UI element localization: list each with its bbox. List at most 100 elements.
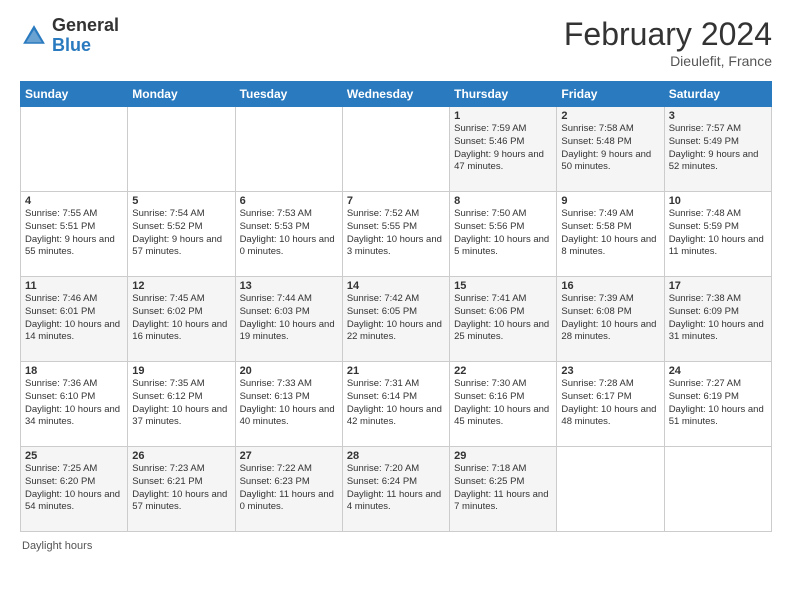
footer-label: Daylight hours bbox=[22, 540, 92, 552]
day-info: Sunrise: 7:54 AM Sunset: 5:52 PM Dayligh… bbox=[132, 208, 230, 259]
footer: Daylight hours bbox=[20, 540, 772, 552]
day-cell: 21Sunrise: 7:31 AM Sunset: 6:14 PM Dayli… bbox=[342, 362, 449, 447]
day-number: 26 bbox=[132, 450, 230, 462]
day-number: 20 bbox=[240, 365, 338, 377]
day-cell: 27Sunrise: 7:22 AM Sunset: 6:23 PM Dayli… bbox=[235, 447, 342, 532]
day-cell: 10Sunrise: 7:48 AM Sunset: 5:59 PM Dayli… bbox=[664, 192, 771, 277]
day-cell: 2Sunrise: 7:58 AM Sunset: 5:48 PM Daylig… bbox=[557, 107, 664, 192]
day-number: 18 bbox=[25, 365, 123, 377]
day-number: 24 bbox=[669, 365, 767, 377]
day-number: 1 bbox=[454, 110, 552, 122]
day-number: 14 bbox=[347, 280, 445, 292]
weekday-header-monday: Monday bbox=[128, 82, 235, 107]
day-cell: 15Sunrise: 7:41 AM Sunset: 6:06 PM Dayli… bbox=[450, 277, 557, 362]
day-cell bbox=[235, 107, 342, 192]
day-info: Sunrise: 7:23 AM Sunset: 6:21 PM Dayligh… bbox=[132, 463, 230, 514]
day-number: 29 bbox=[454, 450, 552, 462]
day-cell: 28Sunrise: 7:20 AM Sunset: 6:24 PM Dayli… bbox=[342, 447, 449, 532]
week-row-4: 18Sunrise: 7:36 AM Sunset: 6:10 PM Dayli… bbox=[21, 362, 772, 447]
day-number: 7 bbox=[347, 195, 445, 207]
day-number: 12 bbox=[132, 280, 230, 292]
weekday-header-friday: Friday bbox=[557, 82, 664, 107]
day-cell: 9Sunrise: 7:49 AM Sunset: 5:58 PM Daylig… bbox=[557, 192, 664, 277]
day-info: Sunrise: 7:49 AM Sunset: 5:58 PM Dayligh… bbox=[561, 208, 659, 259]
day-number: 4 bbox=[25, 195, 123, 207]
calendar-location: Dieulefit, France bbox=[564, 53, 772, 69]
day-info: Sunrise: 7:35 AM Sunset: 6:12 PM Dayligh… bbox=[132, 378, 230, 429]
day-cell bbox=[664, 447, 771, 532]
day-cell: 14Sunrise: 7:42 AM Sunset: 6:05 PM Dayli… bbox=[342, 277, 449, 362]
calendar-table: SundayMondayTuesdayWednesdayThursdayFrid… bbox=[20, 81, 772, 532]
day-cell bbox=[557, 447, 664, 532]
day-number: 13 bbox=[240, 280, 338, 292]
day-number: 6 bbox=[240, 195, 338, 207]
day-cell: 23Sunrise: 7:28 AM Sunset: 6:17 PM Dayli… bbox=[557, 362, 664, 447]
day-info: Sunrise: 7:50 AM Sunset: 5:56 PM Dayligh… bbox=[454, 208, 552, 259]
logo-text: General Blue bbox=[52, 16, 119, 56]
day-info: Sunrise: 7:30 AM Sunset: 6:16 PM Dayligh… bbox=[454, 378, 552, 429]
day-cell: 29Sunrise: 7:18 AM Sunset: 6:25 PM Dayli… bbox=[450, 447, 557, 532]
day-cell: 25Sunrise: 7:25 AM Sunset: 6:20 PM Dayli… bbox=[21, 447, 128, 532]
day-info: Sunrise: 7:42 AM Sunset: 6:05 PM Dayligh… bbox=[347, 293, 445, 344]
page: General Blue February 2024 Dieulefit, Fr… bbox=[0, 0, 792, 564]
day-info: Sunrise: 7:33 AM Sunset: 6:13 PM Dayligh… bbox=[240, 378, 338, 429]
day-info: Sunrise: 7:25 AM Sunset: 6:20 PM Dayligh… bbox=[25, 463, 123, 514]
day-cell: 24Sunrise: 7:27 AM Sunset: 6:19 PM Dayli… bbox=[664, 362, 771, 447]
day-number: 11 bbox=[25, 280, 123, 292]
day-number: 19 bbox=[132, 365, 230, 377]
day-cell: 18Sunrise: 7:36 AM Sunset: 6:10 PM Dayli… bbox=[21, 362, 128, 447]
calendar-title: February 2024 bbox=[564, 16, 772, 53]
logo: General Blue bbox=[20, 16, 119, 56]
day-cell: 8Sunrise: 7:50 AM Sunset: 5:56 PM Daylig… bbox=[450, 192, 557, 277]
day-cell bbox=[128, 107, 235, 192]
day-cell: 7Sunrise: 7:52 AM Sunset: 5:55 PM Daylig… bbox=[342, 192, 449, 277]
day-number: 2 bbox=[561, 110, 659, 122]
weekday-header-row: SundayMondayTuesdayWednesdayThursdayFrid… bbox=[21, 82, 772, 107]
day-cell: 6Sunrise: 7:53 AM Sunset: 5:53 PM Daylig… bbox=[235, 192, 342, 277]
day-number: 25 bbox=[25, 450, 123, 462]
day-info: Sunrise: 7:39 AM Sunset: 6:08 PM Dayligh… bbox=[561, 293, 659, 344]
day-info: Sunrise: 7:28 AM Sunset: 6:17 PM Dayligh… bbox=[561, 378, 659, 429]
header: General Blue February 2024 Dieulefit, Fr… bbox=[20, 16, 772, 69]
week-row-5: 25Sunrise: 7:25 AM Sunset: 6:20 PM Dayli… bbox=[21, 447, 772, 532]
day-info: Sunrise: 7:59 AM Sunset: 5:46 PM Dayligh… bbox=[454, 123, 552, 174]
day-info: Sunrise: 7:55 AM Sunset: 5:51 PM Dayligh… bbox=[25, 208, 123, 259]
day-number: 22 bbox=[454, 365, 552, 377]
logo-icon bbox=[20, 22, 48, 50]
day-info: Sunrise: 7:18 AM Sunset: 6:25 PM Dayligh… bbox=[454, 463, 552, 514]
day-info: Sunrise: 7:46 AM Sunset: 6:01 PM Dayligh… bbox=[25, 293, 123, 344]
day-number: 3 bbox=[669, 110, 767, 122]
day-info: Sunrise: 7:45 AM Sunset: 6:02 PM Dayligh… bbox=[132, 293, 230, 344]
day-info: Sunrise: 7:44 AM Sunset: 6:03 PM Dayligh… bbox=[240, 293, 338, 344]
week-row-1: 1Sunrise: 7:59 AM Sunset: 5:46 PM Daylig… bbox=[21, 107, 772, 192]
day-cell: 19Sunrise: 7:35 AM Sunset: 6:12 PM Dayli… bbox=[128, 362, 235, 447]
day-info: Sunrise: 7:53 AM Sunset: 5:53 PM Dayligh… bbox=[240, 208, 338, 259]
day-cell: 26Sunrise: 7:23 AM Sunset: 6:21 PM Dayli… bbox=[128, 447, 235, 532]
logo-general-text: General bbox=[52, 16, 119, 36]
weekday-header-tuesday: Tuesday bbox=[235, 82, 342, 107]
day-number: 23 bbox=[561, 365, 659, 377]
weekday-header-wednesday: Wednesday bbox=[342, 82, 449, 107]
day-number: 10 bbox=[669, 195, 767, 207]
weekday-header-sunday: Sunday bbox=[21, 82, 128, 107]
day-info: Sunrise: 7:22 AM Sunset: 6:23 PM Dayligh… bbox=[240, 463, 338, 514]
day-number: 8 bbox=[454, 195, 552, 207]
day-number: 17 bbox=[669, 280, 767, 292]
day-number: 5 bbox=[132, 195, 230, 207]
day-cell: 20Sunrise: 7:33 AM Sunset: 6:13 PM Dayli… bbox=[235, 362, 342, 447]
day-cell: 4Sunrise: 7:55 AM Sunset: 5:51 PM Daylig… bbox=[21, 192, 128, 277]
day-info: Sunrise: 7:48 AM Sunset: 5:59 PM Dayligh… bbox=[669, 208, 767, 259]
day-number: 16 bbox=[561, 280, 659, 292]
day-cell: 5Sunrise: 7:54 AM Sunset: 5:52 PM Daylig… bbox=[128, 192, 235, 277]
day-cell: 13Sunrise: 7:44 AM Sunset: 6:03 PM Dayli… bbox=[235, 277, 342, 362]
day-cell: 3Sunrise: 7:57 AM Sunset: 5:49 PM Daylig… bbox=[664, 107, 771, 192]
day-cell: 17Sunrise: 7:38 AM Sunset: 6:09 PM Dayli… bbox=[664, 277, 771, 362]
day-cell: 12Sunrise: 7:45 AM Sunset: 6:02 PM Dayli… bbox=[128, 277, 235, 362]
day-info: Sunrise: 7:58 AM Sunset: 5:48 PM Dayligh… bbox=[561, 123, 659, 174]
day-info: Sunrise: 7:36 AM Sunset: 6:10 PM Dayligh… bbox=[25, 378, 123, 429]
weekday-header-thursday: Thursday bbox=[450, 82, 557, 107]
week-row-2: 4Sunrise: 7:55 AM Sunset: 5:51 PM Daylig… bbox=[21, 192, 772, 277]
day-number: 15 bbox=[454, 280, 552, 292]
day-cell: 11Sunrise: 7:46 AM Sunset: 6:01 PM Dayli… bbox=[21, 277, 128, 362]
day-number: 21 bbox=[347, 365, 445, 377]
